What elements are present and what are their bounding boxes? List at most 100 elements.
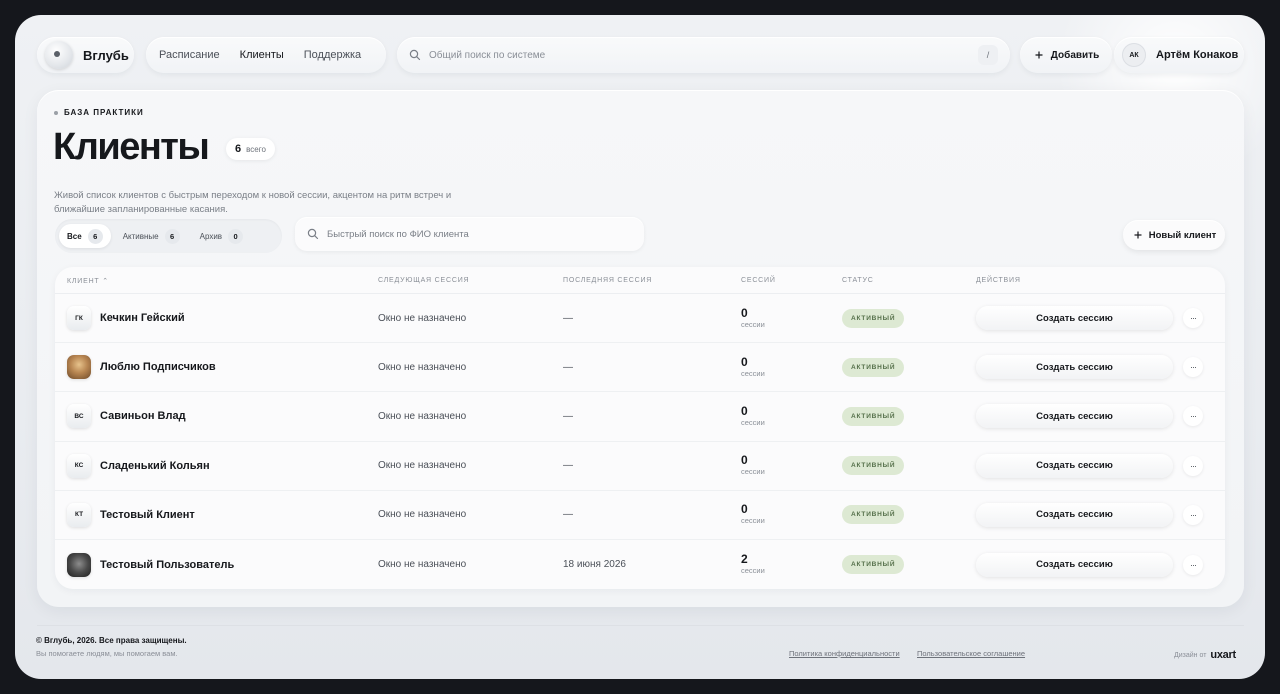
session-count: 0 [741, 403, 748, 418]
client-search-input[interactable]: Быстрый поиск по ФИО клиента [327, 229, 469, 240]
session-count: 2 [741, 552, 748, 567]
client-search[interactable]: Быстрый поиск по ФИО клиента [295, 217, 644, 251]
add-button[interactable]: Добавить [1020, 37, 1112, 73]
user-menu[interactable]: АК Артём Конаков [1114, 37, 1244, 73]
terms-link[interactable]: Пользовательское соглашение [917, 649, 1025, 658]
next-session: Окно не назначено [378, 559, 467, 571]
session-count-cell: 0 сессии [741, 343, 765, 391]
main-nav: Расписание Клиенты Поддержка [146, 37, 386, 73]
page-title: Клиенты [53, 126, 210, 168]
table-row[interactable]: Люблю Подписчиков Окно не назначено — 0 … [55, 343, 1225, 393]
client-name[interactable]: Люблю Подписчиков [100, 361, 216, 373]
session-count-unit: сессии [741, 467, 765, 477]
filter-tab-all[interactable]: Все 6 [59, 224, 111, 248]
client-name[interactable]: Сладенький Кольян [100, 460, 210, 472]
session-count-unit: сессии [741, 516, 765, 526]
action-cell: Создать сессию [976, 392, 1173, 440]
nav-item-clients[interactable]: Клиенты [231, 43, 293, 67]
filter-tab-archive[interactable]: Архив 0 [192, 224, 251, 248]
last-session: — [563, 460, 573, 472]
table-body: ГК Кечкин Гейский Окно не назначено — 0 … [55, 294, 1225, 589]
last-session: 18 июня 2026 [563, 559, 626, 571]
client-name[interactable]: Тестовый Пользователь [100, 559, 234, 571]
eyebrow-dot-icon [54, 110, 58, 115]
client-name[interactable]: Савиньон Влад [100, 410, 186, 422]
logo[interactable]: Вглубь [37, 37, 134, 73]
sort-up-icon: ⌃ [102, 278, 109, 285]
session-count-cell: 0 сессии [741, 294, 765, 342]
table-row[interactable]: ГК Кечкин Гейский Окно не назначено — 0 … [55, 294, 1225, 344]
client-cell: Люблю Подписчиков [67, 343, 216, 391]
plus-icon [1035, 51, 1043, 59]
session-count-unit: сессии [741, 417, 765, 427]
nav-item-support[interactable]: Поддержка [295, 43, 370, 67]
client-avatar: ГК [67, 306, 91, 331]
eyebrow-label: БАЗА ПРАКТИКИ [64, 108, 144, 117]
session-count-cell: 2 сессии [741, 540, 765, 589]
add-button-label: Добавить [1050, 49, 1100, 61]
status-badge: АКТИВНЫЙ [842, 357, 905, 377]
session-count-unit: сессии [741, 368, 765, 378]
total-count-badge: 6 всего [226, 138, 275, 160]
status-cell: АКТИВНЫЙ [842, 343, 905, 391]
filter-tab-count: 0 [228, 228, 244, 244]
search-shortcut-key: / [978, 45, 998, 65]
status-cell: АКТИВНЫЙ [842, 442, 905, 490]
more-options-icon[interactable]: ··· [1183, 504, 1203, 525]
table-row[interactable]: ВС Савиньон Влад Окно не назначено — 0 с… [55, 392, 1225, 442]
action-cell: Создать сессию [976, 491, 1173, 539]
more-cell: ··· [1183, 294, 1203, 342]
client-name[interactable]: Тестовый Клиент [100, 509, 195, 521]
column-header-status: СТАТУС [842, 277, 874, 284]
logo-mark-icon [45, 41, 73, 69]
more-options-icon[interactable]: ··· [1183, 455, 1203, 476]
create-session-button[interactable]: Создать сессию [976, 502, 1173, 527]
table-row[interactable]: КТ Тестовый Клиент Окно не назначено — 0… [55, 491, 1225, 540]
session-count: 0 [741, 305, 748, 320]
session-count-cell: 0 сессии [741, 491, 765, 539]
create-session-button[interactable]: Создать сессию [976, 306, 1173, 331]
client-cell: КС Сладенький Кольян [67, 442, 210, 490]
column-header-client[interactable]: КЛИЕНТ ⌃ [67, 277, 109, 285]
designer-brand: uxart [1210, 649, 1236, 661]
eyebrow: БАЗА ПРАКТИКИ [54, 108, 144, 117]
more-cell: ··· [1183, 392, 1203, 440]
column-header-sessions: СЕССИЙ [741, 277, 776, 284]
session-count: 0 [741, 354, 748, 369]
filter-tab-label: Архив [199, 231, 223, 241]
column-header-label: КЛИЕНТ [67, 278, 100, 285]
more-options-icon[interactable]: ··· [1183, 357, 1203, 378]
global-search-input[interactable]: Общий поиск по системе [429, 50, 978, 61]
table-row[interactable]: Тестовый Пользователь Окно не назначено … [55, 540, 1225, 589]
create-session-button[interactable]: Создать сессию [976, 404, 1173, 429]
filter-tab-active[interactable]: Активные 6 [115, 224, 188, 248]
create-session-button[interactable]: Создать сессию [976, 552, 1173, 577]
search-icon [307, 228, 319, 240]
designer-credit[interactable]: Дизайн от uxart [1174, 649, 1236, 661]
more-cell: ··· [1183, 491, 1203, 539]
new-client-label: Новый клиент [1148, 229, 1217, 241]
create-session-button[interactable]: Создать сессию [976, 355, 1173, 380]
more-cell: ··· [1183, 343, 1203, 391]
global-search[interactable]: Общий поиск по системе / [397, 37, 1010, 73]
privacy-policy-link[interactable]: Политика конфиденциальности [789, 649, 900, 658]
client-cell: ВС Савиньон Влад [67, 392, 186, 440]
create-session-button[interactable]: Создать сессию [976, 453, 1173, 478]
filter-tab-count: 6 [87, 228, 103, 244]
column-header-next: СЛЕДУЮЩАЯ СЕССИЯ [378, 277, 470, 284]
user-avatar: АК [1122, 43, 1146, 67]
table-row[interactable]: КС Сладенький Кольян Окно не назначено —… [55, 442, 1225, 491]
session-count-unit: сессии [741, 566, 765, 576]
session-count: 0 [741, 453, 748, 468]
action-cell: Создать сессию [976, 442, 1173, 490]
clients-card: БАЗА ПРАКТИКИ Клиенты 6 всего Живой спис… [37, 90, 1244, 607]
more-options-icon[interactable]: ··· [1183, 554, 1203, 575]
more-options-icon[interactable]: ··· [1183, 308, 1203, 329]
client-cell: ГК Кечкин Гейский [67, 294, 185, 342]
nav-item-schedule[interactable]: Расписание [150, 43, 229, 67]
new-client-button[interactable]: Новый клиент [1123, 220, 1225, 250]
more-options-icon[interactable]: ··· [1183, 406, 1203, 427]
table-header: КЛИЕНТ ⌃ СЛЕДУЮЩАЯ СЕССИЯ ПОСЛЕДНЯЯ СЕСС… [55, 267, 1225, 294]
next-session: Окно не назначено [378, 361, 467, 373]
client-name[interactable]: Кечкин Гейский [100, 312, 185, 324]
